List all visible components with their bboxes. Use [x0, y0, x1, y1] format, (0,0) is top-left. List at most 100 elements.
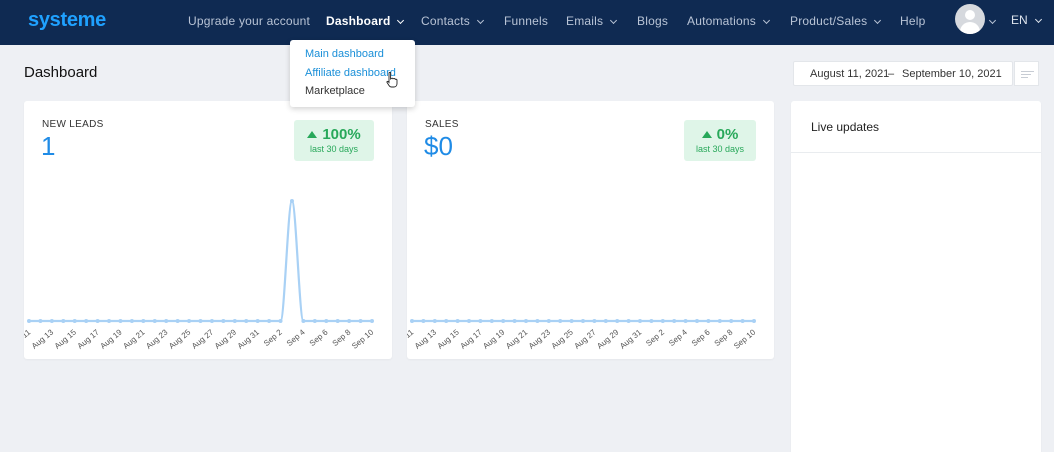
- x-tick-label: Aug 21: [121, 327, 147, 351]
- data-point: [358, 319, 363, 323]
- x-tick-label: Aug 17: [76, 327, 102, 351]
- chevron-down-icon: [874, 16, 882, 25]
- chevron-down-icon: [476, 16, 485, 25]
- data-point: [501, 319, 506, 323]
- x-tick-label: Sep 2: [644, 327, 666, 348]
- sales-chart: Aug 11Aug 13Aug 15Aug 17Aug 19Aug 21Aug …: [407, 319, 758, 351]
- nav-contacts-label: Contacts: [421, 14, 470, 28]
- nav-emails[interactable]: Emails: [566, 14, 618, 28]
- nav-automations[interactable]: Automations: [687, 14, 770, 28]
- dropdown-item-marketplace[interactable]: Marketplace: [305, 85, 365, 97]
- nav-contacts[interactable]: Contacts: [421, 14, 485, 28]
- x-tick-label: Aug 19: [481, 327, 507, 351]
- x-tick-label: Sep 6: [690, 327, 712, 348]
- data-point: [615, 319, 620, 323]
- data-point: [244, 319, 249, 323]
- avatar[interactable]: [955, 4, 985, 34]
- chevron-down-icon: [610, 16, 618, 25]
- data-point: [626, 319, 631, 323]
- x-tick-label: Aug 21: [504, 327, 530, 351]
- x-tick-label: Aug 15: [53, 327, 79, 351]
- x-tick-label: Aug 17: [458, 327, 484, 351]
- data-point: [672, 319, 677, 323]
- nav-dashboard[interactable]: Dashboard: [326, 14, 405, 28]
- nav-funnels[interactable]: Funnels: [504, 14, 548, 28]
- data-point: [232, 319, 237, 323]
- nav-product-sales-label: Product/Sales: [790, 14, 868, 28]
- data-point: [524, 319, 528, 323]
- x-tick-label: Aug 23: [527, 327, 553, 351]
- nav-help[interactable]: Help: [900, 14, 925, 28]
- data-point: [278, 319, 283, 323]
- data-point: [660, 319, 665, 323]
- nav-product-sales[interactable]: Product/Sales: [790, 14, 882, 28]
- data-point: [410, 319, 414, 323]
- data-point: [638, 319, 642, 323]
- x-tick-label: Aug 15: [436, 327, 462, 351]
- live-updates-panel: Live updates: [791, 101, 1041, 452]
- data-point: [84, 319, 89, 323]
- data-point: [255, 319, 260, 323]
- x-tick-label: Sep 8: [331, 327, 353, 348]
- data-point: [38, 319, 43, 323]
- nav-funnels-label: Funnels: [504, 14, 549, 28]
- x-tick-label: Aug 31: [618, 327, 644, 351]
- logo[interactable]: systeme: [28, 9, 106, 32]
- data-point: [164, 319, 169, 323]
- filter-icon: [1021, 77, 1028, 78]
- filter-icon: [1021, 74, 1031, 75]
- language-label: EN: [1011, 13, 1028, 27]
- data-point: [72, 319, 77, 323]
- data-point: [649, 319, 654, 323]
- date-range-separator: –: [888, 68, 895, 80]
- nav-help-label: Help: [900, 14, 926, 28]
- top-navbar: systeme Upgrade your account Dashboard C…: [0, 0, 1054, 45]
- x-tick-label: Aug 23: [144, 327, 170, 351]
- data-point: [558, 319, 563, 323]
- data-point: [221, 319, 226, 323]
- data-point: [717, 319, 722, 323]
- avatar-menu-toggle[interactable]: [988, 14, 997, 28]
- data-point: [695, 319, 699, 323]
- nav-blogs[interactable]: Blogs: [637, 14, 668, 28]
- data-point: [444, 319, 449, 323]
- data-point: [335, 319, 340, 323]
- user-head-icon: [965, 10, 975, 20]
- data-point: [467, 319, 471, 323]
- data-point: [535, 319, 540, 323]
- x-tick-label: Aug 19: [99, 327, 125, 351]
- data-point: [187, 319, 192, 323]
- page-title: Dashboard: [24, 64, 98, 81]
- chevron-down-icon: [762, 16, 770, 25]
- data-point: [752, 319, 756, 323]
- data-point: [603, 319, 608, 323]
- x-tick-label: Aug 29: [595, 327, 621, 351]
- filter-button[interactable]: [1014, 61, 1039, 86]
- sales-card: SALES $0 0% last 30 days Aug 11Aug 13Aug…: [407, 101, 774, 359]
- data-point: [107, 319, 112, 323]
- date-range-picker[interactable]: August 11, 2021 – September 10, 2021: [793, 61, 1013, 86]
- x-tick-label: Sep 2: [262, 327, 284, 348]
- dropdown-item-main-dashboard[interactable]: Main dashboard: [305, 48, 384, 60]
- data-point: [455, 319, 460, 323]
- nav-blogs-label: Blogs: [637, 14, 669, 28]
- nav-dashboard-label: Dashboard: [326, 14, 391, 28]
- data-point: [61, 319, 66, 323]
- data-point: [267, 319, 272, 323]
- data-point: [141, 319, 146, 323]
- language-selector[interactable]: EN: [1011, 13, 1042, 27]
- data-point: [152, 319, 157, 323]
- user-body-icon: [960, 22, 980, 34]
- data-point: [569, 319, 574, 323]
- data-point: [49, 319, 54, 323]
- dropdown-item-affiliate-dashboard[interactable]: Affiliate dashboard: [305, 67, 396, 79]
- series-line: [29, 199, 372, 323]
- data-point: [209, 319, 214, 323]
- data-point: [95, 319, 100, 323]
- nav-upgrade-account[interactable]: Upgrade your account: [188, 14, 310, 28]
- data-point: [512, 319, 517, 323]
- data-point: [27, 319, 31, 323]
- data-point: [706, 319, 711, 323]
- x-tick-label: Aug 27: [190, 327, 216, 351]
- nav-emails-label: Emails: [566, 14, 604, 28]
